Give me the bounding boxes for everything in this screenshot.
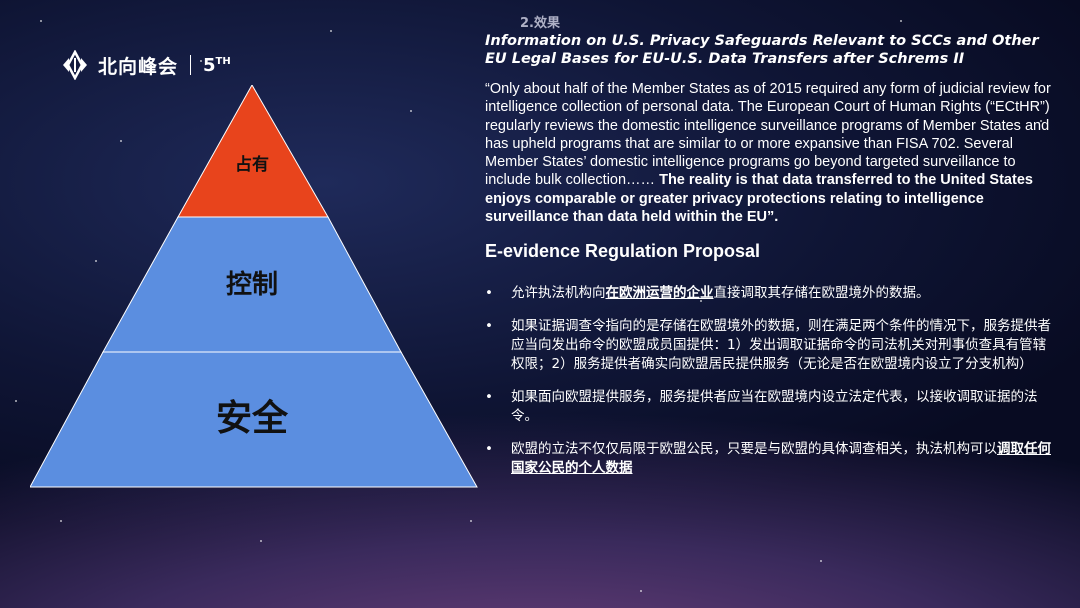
list-item: • 欧盟的立法不仅仅局限于欧盟公民，只要是与欧盟的具体调查相关，执法机构可以调取任…	[485, 441, 1051, 477]
quote-block: “Only about half of the Member States as…	[485, 80, 1055, 226]
bullet-icon: •	[485, 285, 493, 302]
logo-divider	[190, 55, 192, 75]
list-item: • 如果面向欧盟提供服务，服务提供者应当在欧盟境内设立法定代表，以接收调取证据的法…	[485, 389, 1038, 425]
bullet-icon: •	[485, 441, 493, 458]
event-logo: 北向峰会 5TH	[60, 50, 231, 80]
partial-header: 2.效果	[520, 16, 560, 31]
north-wing-logo-icon	[63, 50, 87, 80]
list-item: • 允许执法机构向在欧洲运营的企业直接调取其存储在欧盟境外的数据。	[485, 285, 930, 302]
pyramid-diagram: 占有 控制 安全	[30, 85, 478, 488]
pyramid-level-top	[177, 85, 329, 218]
pyramid-label-top: 占有	[235, 154, 269, 175]
bullet-icon: •	[485, 389, 493, 406]
bullet-list: • 允许执法机构向在欧洲运营的企业直接调取其存储在欧盟境外的数据。 • 如果证据调查…	[485, 284, 1055, 478]
emphasis-link: 在欧洲运营的企业	[605, 285, 714, 302]
document-title: Information on U.S. Privacy Safeguards R…	[485, 33, 1039, 67]
pyramid-label-middle: 控制	[226, 270, 278, 300]
list-item: • 如果证据调查令指向的是存储在欧盟境外的数据，则在满足两个条件的情况下，服务提供…	[485, 318, 1051, 373]
content-panel: Information on U.S. Privacy Safeguards R…	[485, 32, 1055, 492]
pyramid-label-bottom: 安全	[216, 397, 289, 439]
edition-label: 5TH	[203, 54, 231, 76]
section-heading: E-evidence Regulation Proposal	[485, 241, 761, 262]
bullet-icon: •	[485, 318, 493, 335]
brand-name: 北向峰会	[98, 55, 179, 78]
